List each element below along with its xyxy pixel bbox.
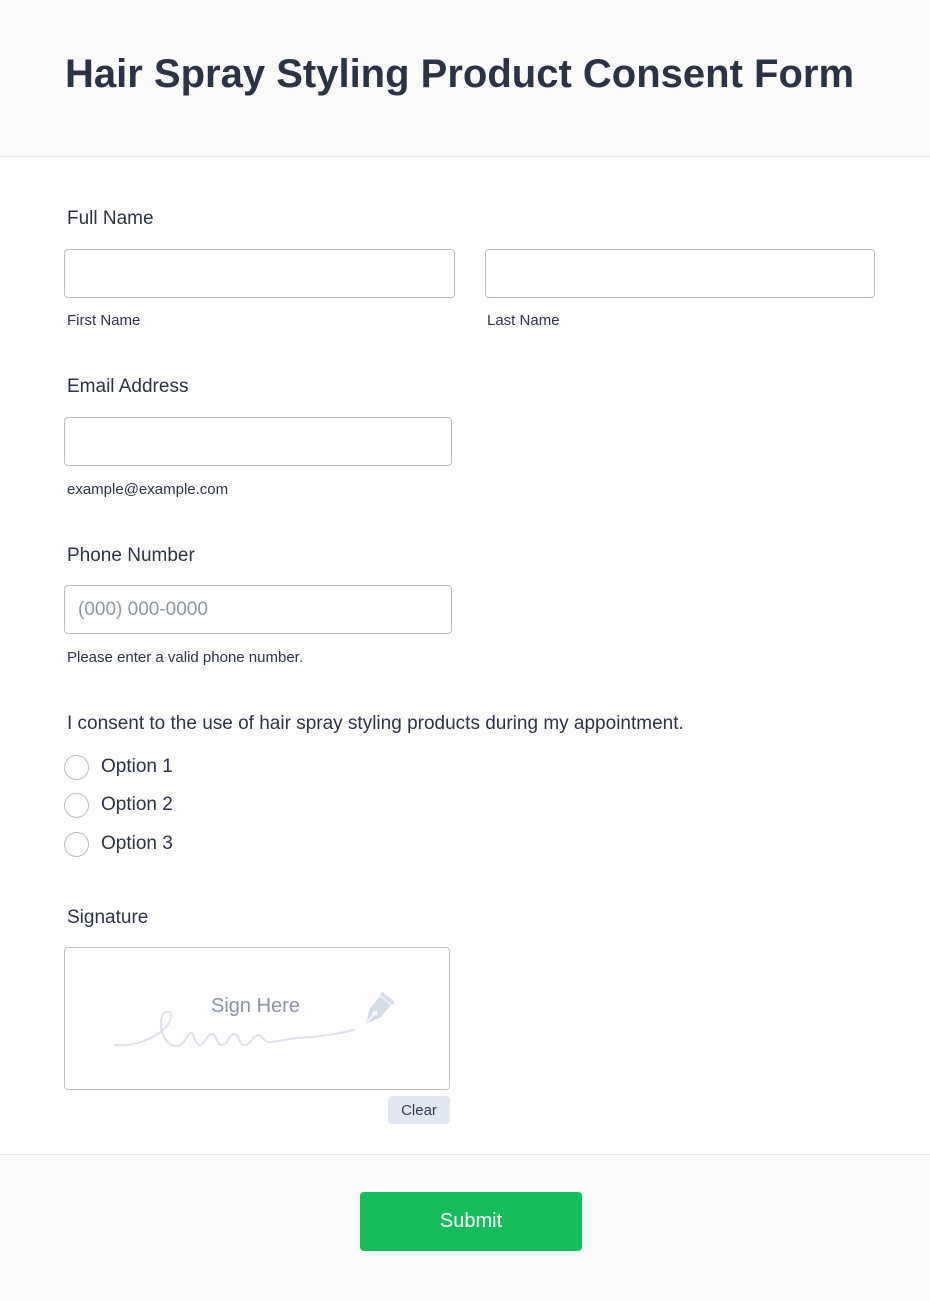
sign-here-hint: Sign Here (211, 995, 300, 1017)
consent-question: I consent to the use of hair spray styli… (67, 713, 684, 734)
signature-pad[interactable]: Sign Here (64, 947, 450, 1090)
email-input[interactable] (64, 417, 452, 466)
signature-label: Signature (67, 907, 149, 928)
radio-button[interactable] (64, 792, 89, 818)
fountain-pen-icon (366, 992, 395, 1024)
full-name-label: Full Name (67, 208, 154, 229)
phone-input[interactable] (64, 585, 452, 634)
last-name-input[interactable] (485, 249, 875, 298)
phone-sublabel: Please enter a valid phone number. (67, 649, 303, 666)
last-name-sublabel: Last Name (487, 312, 560, 329)
consent-option-2[interactable]: Option 2 (64, 792, 173, 818)
phone-label: Phone Number (67, 545, 195, 566)
consent-option-3[interactable]: Option 3 (64, 831, 173, 857)
first-name-sublabel: First Name (67, 312, 141, 329)
option-label: Option 3 (101, 833, 173, 854)
submit-button[interactable]: Submit (360, 1192, 582, 1251)
option-label: Option 2 (101, 794, 173, 815)
email-label: Email Address (67, 376, 189, 397)
consent-option-1[interactable]: Option 1 (64, 754, 173, 780)
form-header: Hair Spray Styling Product Consent Form (0, 0, 930, 157)
clear-signature-button[interactable]: Clear (388, 1096, 450, 1124)
option-label: Option 1 (101, 756, 173, 777)
email-sublabel: example@example.com (67, 481, 229, 498)
first-name-input[interactable] (64, 249, 455, 298)
form-title: Hair Spray Styling Product Consent Form (65, 52, 855, 96)
radio-button[interactable] (64, 754, 89, 780)
radio-button[interactable] (64, 831, 89, 857)
